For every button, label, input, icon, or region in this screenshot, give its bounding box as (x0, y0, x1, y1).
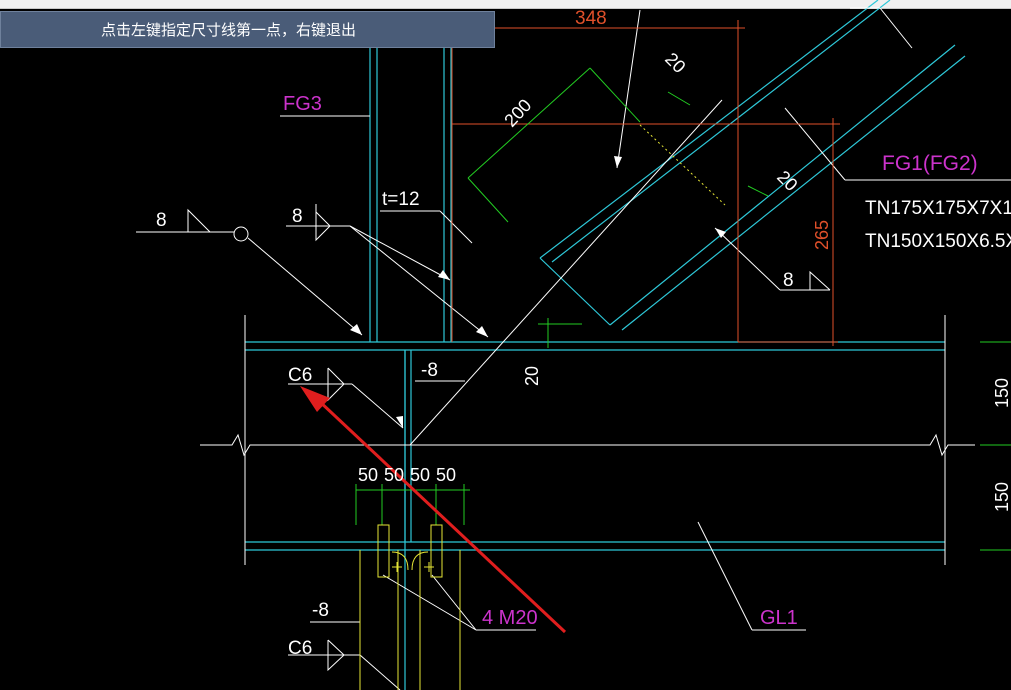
weld-symbols (187, 204, 831, 672)
command-prompt-text: 点击左键指定尺寸线第一点，右键退出 (101, 21, 357, 39)
cyan-members (245, 0, 966, 690)
white-lines (136, 7, 1011, 690)
dim-348: 348 (575, 8, 607, 29)
label-minus8-low: -8 (312, 600, 329, 621)
label-plate-thickness: t=12 (382, 189, 420, 210)
dim-150-lower: 150 (992, 482, 1011, 512)
dim-50-2: 50 (384, 465, 404, 485)
weld-size-left: 8 (156, 210, 167, 231)
drawing-labels: FG3 FG1(FG2) TN175X175X7X11 TN150X150X6.… (156, 8, 1011, 659)
label-minus8-center: -8 (421, 360, 438, 381)
label-gl1: GL1 (760, 607, 798, 629)
dim-20-top: 20 (661, 49, 689, 77)
dim-150-upper: 150 (992, 378, 1011, 408)
label-bolts: 4 M20 (482, 607, 538, 629)
label-c6-top: C6 (288, 365, 312, 386)
label-tn1: TN175X175X7X11 (865, 198, 1011, 219)
red-annotation-arrow (300, 386, 567, 634)
weld-size-right: 8 (783, 270, 794, 291)
label-c6-bottom: C6 (288, 638, 312, 659)
command-prompt-bar: 点击左键指定尺寸线第一点，右键退出 (0, 11, 495, 48)
dim-20-flange: 20 (522, 366, 542, 386)
dim-50-4: 50 (436, 465, 456, 485)
dim-200: 200 (500, 95, 535, 131)
dim-265: 265 (812, 220, 832, 250)
weld-size-mid: 8 (292, 206, 303, 227)
label-fg3: FG3 (283, 93, 322, 115)
cad-drawing-canvas[interactable]: FG3 FG1(FG2) TN175X175X7X11 TN150X150X6.… (0, 0, 1011, 690)
label-fg1: FG1(FG2) (882, 152, 978, 175)
dim-50-3: 50 (410, 465, 430, 485)
label-tn2: TN150X150X6.5X (865, 231, 1011, 252)
dim-50-1: 50 (358, 465, 378, 485)
